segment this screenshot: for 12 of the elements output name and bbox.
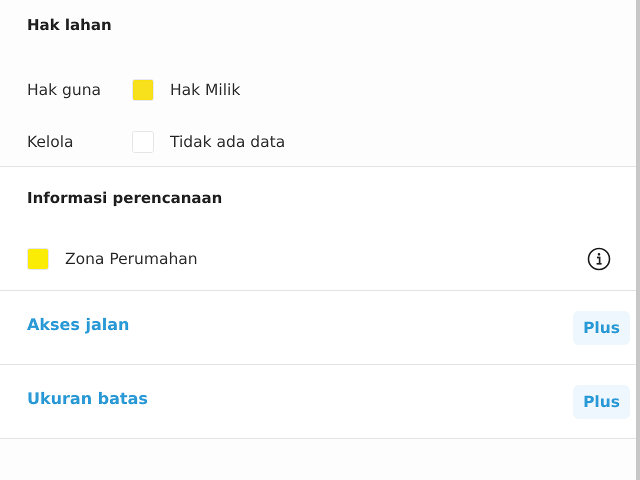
field-label: Kelola [27,133,75,151]
plus-badge: Plus [573,310,630,344]
feature-link[interactable]: Akses jalan [27,315,130,334]
section-heading: Informasi perencanaan [27,189,224,209]
field-value: Tidak ada data [170,133,286,151]
section-heading: Hak lahan [27,16,113,36]
field-value: Hak Milik [170,81,240,99]
info-icon[interactable] [587,247,611,271]
plus-badge: Plus [573,384,630,418]
feature-link[interactable]: Ukuran batas [27,389,148,408]
zone-name: Zona Perumahan [65,250,199,268]
field-label: Hak guna [27,81,102,99]
